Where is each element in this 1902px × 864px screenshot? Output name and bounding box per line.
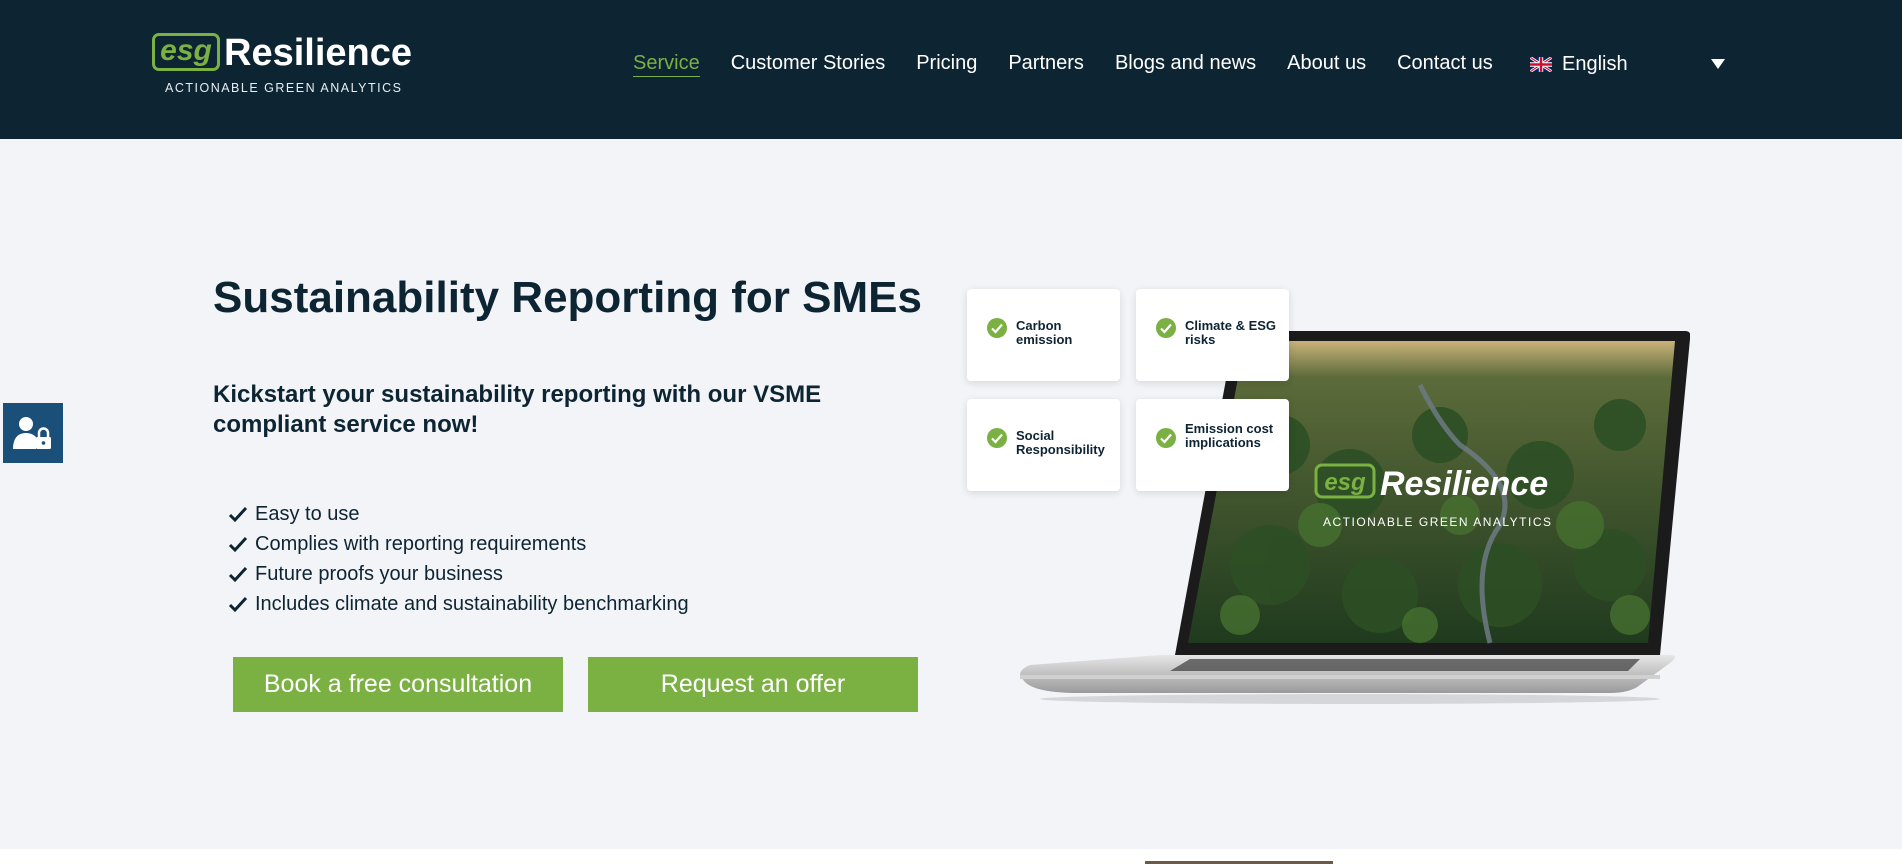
next-section — [0, 849, 1902, 864]
check-icon — [228, 506, 248, 523]
feature-text: Easy to use — [255, 503, 360, 525]
language-selector[interactable]: English — [1530, 53, 1730, 79]
nav-partners[interactable]: Partners — [1008, 50, 1084, 77]
user-lock-icon — [13, 417, 51, 449]
feature-text: Future proofs your business — [255, 563, 503, 585]
accessibility-button[interactable] — [3, 403, 63, 463]
card-label: Climate & ESG risks — [1185, 318, 1277, 347]
nav-about-us[interactable]: About us — [1287, 50, 1366, 77]
logo-badge: esg — [152, 33, 220, 71]
check-icon — [228, 566, 248, 583]
caret-down-icon[interactable] — [1711, 59, 1725, 69]
nav-service[interactable]: Service — [633, 50, 700, 77]
feature-list: Easy to use Complies with reporting requ… — [228, 499, 689, 619]
site-header: esg Resilience ACTIONABLE GREEN ANALYTIC… — [0, 0, 1902, 139]
nav-contact-us[interactable]: Contact us — [1397, 50, 1493, 77]
check-circle-icon — [1156, 428, 1176, 448]
laptop-illustration: esg Resilience ACTIONABLE GREEN ANALYTIC… — [1020, 331, 1690, 704]
list-item: Easy to use — [228, 499, 689, 529]
feature-card-climate-esg-risks: Climate & ESG risks — [1136, 289, 1289, 381]
feature-card-social-responsibility: Social Responsibility — [967, 399, 1120, 491]
hero-subtitle: Kickstart your sustainability reporting … — [213, 381, 822, 438]
brand-logo[interactable]: esg Resilience ACTIONABLE GREEN ANALYTIC… — [152, 32, 412, 97]
book-consultation-button[interactable]: Book a free consultation — [233, 657, 563, 712]
feature-card-emission-cost-implications: Emission cost implications — [1136, 399, 1289, 491]
feature-card-carbon-emission: Carbon emission — [967, 289, 1120, 381]
nav-blogs-and-news[interactable]: Blogs and news — [1115, 50, 1256, 77]
feature-text: Includes climate and sustainability benc… — [255, 593, 689, 615]
list-item: Complies with reporting requirements — [228, 529, 689, 559]
check-circle-icon — [987, 318, 1007, 338]
check-circle-icon — [1156, 318, 1176, 338]
check-icon — [228, 596, 248, 613]
card-label: Social Responsibility — [1016, 428, 1105, 457]
check-circle-icon — [987, 428, 1007, 448]
logo-tagline: ACTIONABLE GREEN ANALYTICS — [165, 81, 403, 95]
nav-customer-stories[interactable]: Customer Stories — [731, 50, 886, 77]
card-label: Emission cost implications — [1185, 421, 1274, 450]
main-nav: Service Customer Stories Pricing Partner… — [633, 50, 1524, 77]
language-label: English — [1562, 53, 1628, 75]
request-offer-button[interactable]: Request an offer — [588, 657, 918, 712]
list-item: Future proofs your business — [228, 559, 689, 589]
list-item: Includes climate and sustainability benc… — [228, 589, 689, 619]
screen-logo-tagline: ACTIONABLE GREEN ANALYTICS — [1323, 515, 1553, 529]
hero-title: Sustainability Reporting for SMEs — [213, 273, 922, 322]
check-icon — [228, 536, 248, 553]
screen-logo-wordmark: Resilience — [1380, 465, 1548, 503]
screen-logo-badge: esg — [1324, 469, 1366, 496]
logo-wordmark: Resilience — [224, 32, 412, 74]
nav-pricing[interactable]: Pricing — [916, 50, 977, 77]
feature-text: Complies with reporting requirements — [255, 533, 587, 555]
uk-flag-icon — [1530, 57, 1552, 72]
card-label: Carbon emission — [1016, 318, 1073, 347]
